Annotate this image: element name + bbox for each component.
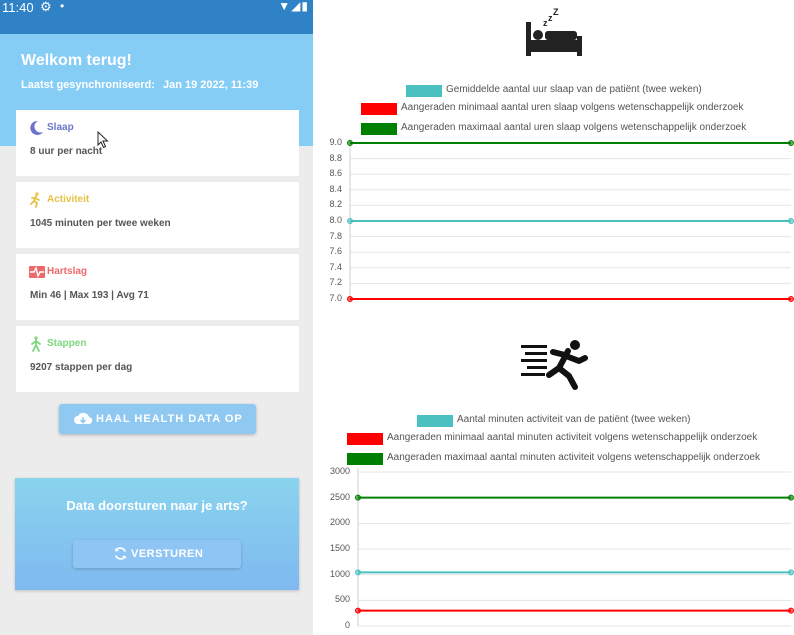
- welcome-title: Welkom terug!: [21, 52, 132, 69]
- card-title: Slaap: [47, 122, 74, 133]
- card-value: Min 46 | Max 193 | Avg 71: [30, 290, 149, 301]
- fetch-health-data-button[interactable]: HAAL HEALTH DATA OP: [59, 404, 256, 434]
- data-point[interactable]: [347, 218, 353, 224]
- notification-dot-icon: •: [60, 0, 65, 13]
- y-tick-label: 0: [344, 620, 350, 630]
- signal-battery-icon: ▼◢▮: [278, 0, 309, 13]
- legend-swatch: [417, 415, 453, 427]
- legend-label: Gemiddelde aantal uur slaap van de patië…: [446, 84, 702, 95]
- legend-swatch: [361, 103, 397, 115]
- sync-label: Laatst gesynchroniseerd:: [21, 79, 155, 91]
- legend-label: Aangeraden minimaal aantal uren slaap vo…: [401, 102, 744, 113]
- y-tick-label: 8.2: [329, 199, 342, 210]
- send-button[interactable]: VERSTUREN: [73, 540, 241, 568]
- data-point[interactable]: [788, 218, 794, 224]
- card-hartslag[interactable]: Hartslag Min 46 | Max 193 | Avg 71: [16, 254, 299, 320]
- legend-label: Aangeraden maximaal aantal uren slaap vo…: [401, 122, 747, 133]
- data-point[interactable]: [355, 569, 361, 576]
- legend-swatch: [361, 123, 397, 135]
- status-bar: 11:40 ⚙ • ▼◢▮: [0, 0, 313, 34]
- legend-label: Aangeraden minimaal aantal minuten activ…: [387, 432, 758, 443]
- data-point[interactable]: [355, 494, 361, 501]
- mobile-app: 11:40 ⚙ • ▼◢▮ Welkom terug! Laatst gesyn…: [0, 0, 313, 635]
- card-value: 9207 stappen per dag: [30, 362, 133, 373]
- send-button-label: VERSTUREN: [131, 548, 204, 560]
- card-value: 1045 minuten per twee weken: [30, 218, 171, 229]
- y-tick-label: 7.8: [329, 230, 342, 241]
- y-tick-label: 7.4: [329, 261, 342, 272]
- mouse-cursor-icon: [97, 131, 109, 149]
- y-tick-label: 8.4: [329, 183, 342, 194]
- legend-swatch: [406, 85, 442, 97]
- screen: 11:40 ⚙ • ▼◢▮ Welkom terug! Laatst gesyn…: [0, 0, 794, 635]
- sync-timestamp: Jan 19 2022, 11:39: [163, 79, 259, 91]
- y-tick-label: 500: [334, 594, 350, 605]
- status-time: 11:40: [2, 0, 34, 15]
- y-tick-label: 7.0: [329, 293, 342, 303]
- charts-canvas: z z Z: [347, 7, 794, 627]
- legend-label: Aangeraden maximaal aantal minuten activ…: [387, 452, 760, 463]
- y-tick-label: 2000: [329, 517, 350, 528]
- y-tick-label: 1500: [329, 543, 350, 553]
- card-stappen[interactable]: Stappen 9207 stappen per dag: [16, 326, 299, 392]
- runner-icon: [30, 192, 40, 208]
- y-tick-label: 7.2: [329, 277, 342, 288]
- send-panel: Data doorsturen naar je arts? VERSTUREN: [15, 478, 299, 590]
- y-tick-label: 3000: [329, 466, 350, 476]
- y-tick-label: 8.8: [329, 152, 342, 163]
- sync-icon: [114, 547, 127, 560]
- walker-icon: [31, 336, 41, 352]
- heartbeat-icon: [29, 265, 45, 279]
- card-title: Activiteit: [47, 194, 90, 205]
- card-title: Stappen: [47, 338, 87, 349]
- legend-swatch: [347, 433, 383, 445]
- data-point[interactable]: [788, 140, 794, 146]
- y-tick-label: 7.6: [329, 246, 342, 257]
- data-point[interactable]: [347, 140, 353, 146]
- charts-panel: z z Z 9.0 8.8 8.6 8.4 8.2 8.0 7.8 7.6 7.4 7.2 7.0 G…: [313, 0, 794, 635]
- running-person-icon: [521, 340, 588, 390]
- data-point[interactable]: [788, 569, 794, 576]
- y-tick-label: 8.6: [329, 168, 342, 179]
- data-point[interactable]: [788, 296, 794, 302]
- y-tick-label: 8.0: [329, 215, 342, 225]
- y-tick-label: 1000: [329, 568, 350, 579]
- y-tick-label: 2500: [329, 491, 350, 502]
- data-point[interactable]: [347, 296, 353, 302]
- moon-icon: [30, 120, 43, 135]
- gear-icon: ⚙: [40, 0, 52, 14]
- cloud-download-icon: [74, 412, 93, 425]
- send-prompt: Data doorsturen naar je arts?: [66, 498, 248, 513]
- card-value: 8 uur per nacht: [30, 146, 103, 157]
- data-point[interactable]: [355, 607, 361, 614]
- data-point[interactable]: [788, 494, 794, 501]
- fetch-button-label: HAAL HEALTH DATA OP: [96, 413, 243, 425]
- card-title: Hartslag: [47, 266, 88, 277]
- svg-text:Z: Z: [553, 7, 559, 17]
- bed-sleep-icon: z z Z: [526, 7, 582, 56]
- card-activiteit[interactable]: Activiteit 1045 minuten per twee weken: [16, 182, 299, 248]
- legend-swatch: [347, 453, 383, 465]
- data-point[interactable]: [788, 607, 794, 614]
- card-slaap[interactable]: Slaap 8 uur per nacht: [16, 110, 299, 176]
- y-tick-label: 9.0: [329, 137, 342, 147]
- legend-label: Aantal minuten activiteit van de patiënt…: [457, 414, 691, 425]
